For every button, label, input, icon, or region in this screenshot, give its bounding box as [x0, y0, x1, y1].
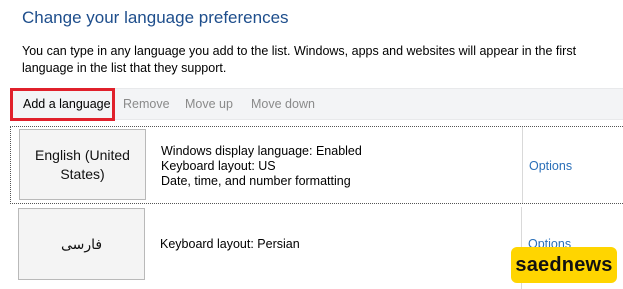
- language-row-english[interactable]: English (United States) Windows display …: [10, 126, 623, 204]
- detail-line: Keyboard layout: US: [161, 159, 276, 173]
- page-title: Change your language preferences: [22, 8, 289, 27]
- remove-button[interactable]: Remove: [123, 89, 170, 121]
- column-divider: [522, 127, 523, 203]
- language-details: Windows display language: Enabled Keyboa…: [161, 144, 362, 189]
- detail-line: Keyboard layout: Persian: [160, 237, 300, 251]
- move-down-button[interactable]: Move down: [251, 89, 315, 121]
- move-up-button[interactable]: Move up: [185, 89, 233, 121]
- language-details: Keyboard layout: Persian: [160, 237, 300, 252]
- language-tile[interactable]: فارسی: [18, 208, 145, 280]
- watermark-logo: saednews: [511, 247, 617, 283]
- detail-line: Date, time, and number formatting: [161, 174, 351, 188]
- add-language-button[interactable]: Add a language: [10, 88, 115, 121]
- page-description: You can type in any language you add to …: [22, 44, 577, 75]
- language-tile[interactable]: English (United States): [19, 129, 146, 200]
- language-toolbar: Add a language Remove Move up Move down: [10, 88, 623, 121]
- options-link[interactable]: Options: [529, 159, 572, 173]
- detail-line: Windows display language: Enabled: [161, 144, 362, 158]
